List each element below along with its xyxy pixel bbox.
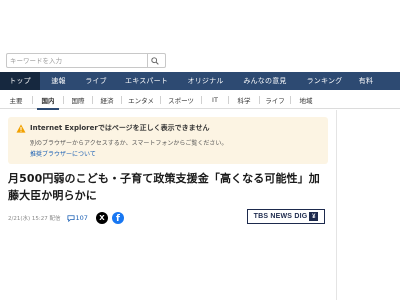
facebook-logo-icon: f [115, 214, 120, 224]
yen-badge-icon: ¥ [309, 212, 319, 221]
category-tab-life[interactable]: ライフ [260, 92, 290, 109]
nav-item-paid[interactable]: 有料 [352, 72, 380, 90]
recommended-browser-link[interactable]: 推奨ブラウザーについて [30, 149, 96, 158]
nav-item-expert[interactable]: エキスパート [115, 72, 178, 90]
nav-item-original[interactable]: オリジナル [178, 72, 233, 90]
source-logo[interactable]: TBS NEWS DIG ¥ [247, 209, 325, 224]
category-tab-it[interactable]: IT [202, 92, 228, 109]
category-tab-science[interactable]: 科学 [229, 92, 259, 109]
article-headline: 月500円弱のこども・子育て政策支援金「高くなる可能性」加藤大臣か明らかに [8, 172, 320, 202]
category-tab-entertainment[interactable]: エンタメ [122, 92, 160, 109]
category-nav: 主要 国内 国際 経済 エンタメ スポーツ IT 科学 ライフ 地域 [0, 92, 400, 110]
category-tab-domestic[interactable]: 国内 [33, 92, 63, 110]
comment-count: 107 [75, 214, 88, 222]
comments-link[interactable]: 107 [67, 214, 88, 222]
facebook-share-button[interactable]: f [111, 212, 124, 224]
nav-item-opinions[interactable]: みんなの意見 [233, 72, 297, 90]
warning-title: Internet Explorerではページを正しく表示できません [30, 124, 210, 132]
nav-item-ranking[interactable]: ランキング [297, 72, 352, 90]
warning-message: 別のブラウザーからアクセスするか、スマートフォンからご覧ください。 [30, 140, 228, 147]
category-tab-region[interactable]: 地域 [291, 92, 321, 109]
search-bar [0, 50, 400, 70]
comment-icon [67, 214, 74, 222]
publish-timestamp: 2/21(水) 15:27 配信 [8, 216, 61, 222]
x-share-button[interactable]: X [95, 212, 108, 224]
nav-item-breaking[interactable]: 速報 [40, 72, 77, 90]
source-logo-text: TBS NEWS DIG [253, 213, 308, 220]
category-tab-sports[interactable]: スポーツ [161, 92, 201, 109]
article-meta: 2/21(水) 15:27 配信 107 X f [8, 211, 124, 225]
browser-warning-banner: Internet Explorerではページを正しく表示できません 別のブラウザ… [8, 117, 328, 164]
warning-icon [16, 124, 26, 133]
category-tab-main[interactable]: 主要 [0, 92, 32, 109]
search-box [6, 53, 166, 68]
search-icon [151, 56, 159, 65]
search-button[interactable] [147, 54, 162, 67]
nav-item-live[interactable]: ライブ [77, 72, 115, 90]
search-input[interactable] [7, 54, 147, 67]
nav-item-top[interactable]: トップ [0, 72, 40, 90]
category-tab-international[interactable]: 国際 [64, 92, 92, 109]
category-tab-economy[interactable]: 経済 [93, 92, 121, 109]
main-nav: トップ 速報 ライブ エキスパート オリジナル みんなの意見 ランキング 有料 [0, 72, 400, 90]
sidebar [336, 110, 400, 300]
x-logo-icon: X [99, 214, 105, 222]
